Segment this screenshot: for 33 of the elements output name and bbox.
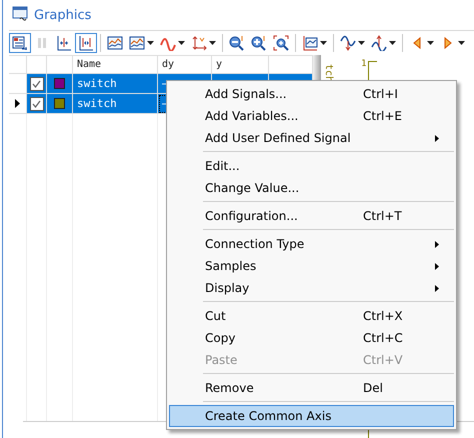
arrows-icon [191, 35, 207, 51]
menu-item[interactable]: Edit... [169, 155, 454, 177]
checkbox[interactable] [30, 76, 44, 90]
checkmark-icon [32, 100, 41, 108]
table-cell: switch [73, 74, 158, 94]
checkmark-icon [32, 80, 41, 88]
fit-icon [78, 35, 94, 51]
zoom-in-icon [251, 35, 267, 51]
chart-icon [302, 35, 318, 51]
table-cell: switch [73, 94, 158, 114]
wave-icon [340, 35, 356, 51]
chart-icon [107, 35, 123, 51]
toolbar-button[interactable] [9, 33, 31, 53]
wave-icon [371, 35, 387, 51]
menu-item[interactable]: Connection Type [169, 233, 454, 255]
menu-item[interactable]: Remove Del [169, 377, 454, 399]
menu-item[interactable]: Samples [169, 255, 454, 277]
zoom-icon [273, 35, 289, 51]
wave-icon [160, 35, 176, 51]
menu-item[interactable]: Cut Ctrl+X [169, 305, 454, 327]
menu-item[interactable]: Copy Ctrl+C [169, 327, 454, 349]
list-icon [12, 35, 28, 51]
fit-icon [56, 35, 72, 51]
menu-item[interactable]: Create Common Axis [169, 405, 454, 427]
zoom-out-icon [229, 35, 245, 51]
toolbar-button[interactable] [75, 33, 97, 53]
window-title: Graphics [34, 8, 92, 22]
menu-item[interactable]: Configuration... Ctrl+T [169, 205, 454, 227]
checkbox[interactable] [30, 96, 44, 110]
chart-icon [129, 35, 145, 51]
menu-item[interactable]: Add User Defined Signal [169, 127, 454, 149]
menu-item[interactable]: Display [169, 277, 454, 299]
menu-item[interactable]: Change Value... [169, 177, 454, 199]
